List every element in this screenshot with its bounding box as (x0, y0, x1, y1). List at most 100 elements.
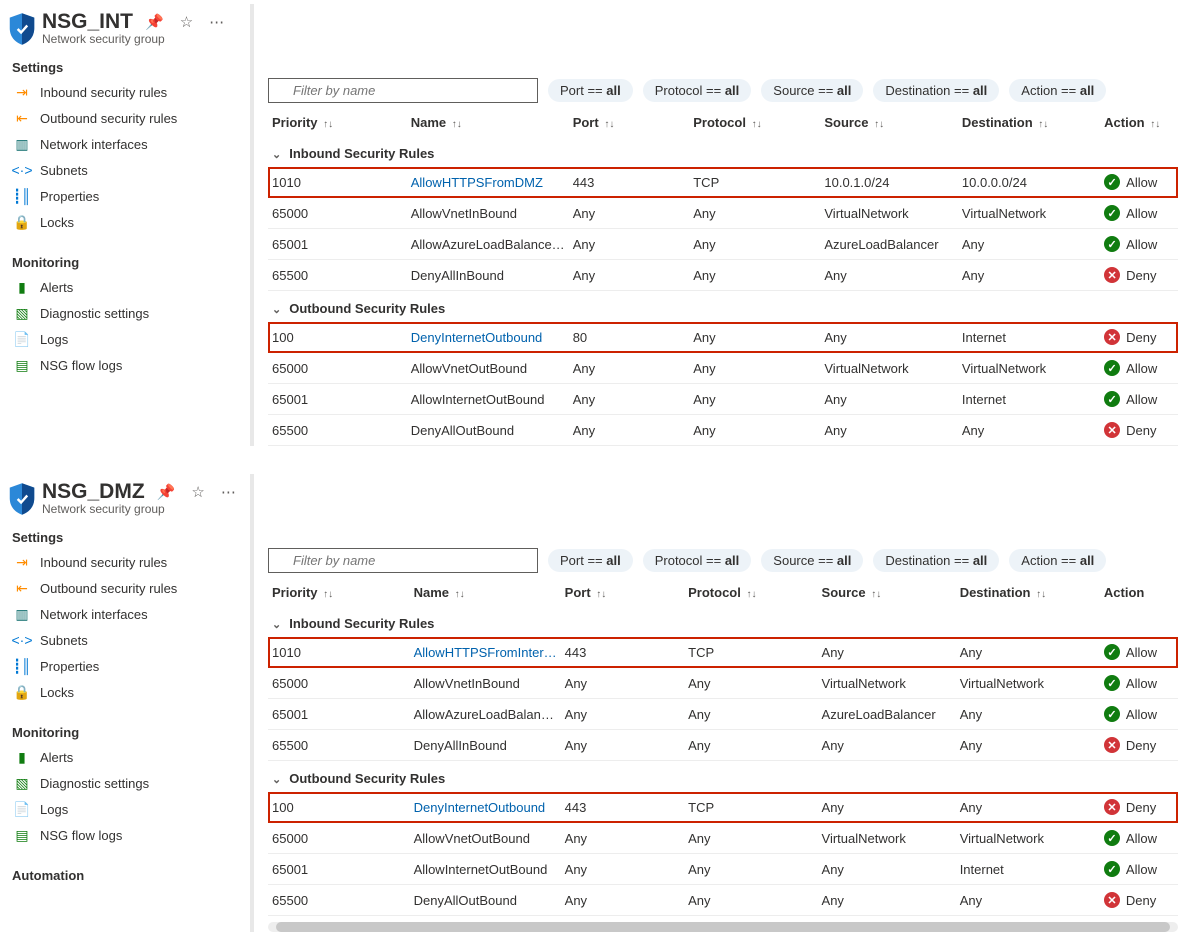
h-scrollbar[interactable] (268, 922, 1178, 932)
cell-priority: 65001 (268, 854, 410, 885)
col-protocol[interactable]: Protocol ↑↓ (689, 107, 820, 136)
table-row[interactable]: 100 DenyInternetOutbound 443 TCP Any Any… (268, 792, 1178, 823)
sidebar-item-diag[interactable]: ▧Diagnostic settings (6, 300, 246, 326)
nav-label: Diagnostic settings (40, 306, 149, 321)
col-priority[interactable]: Priority ↑↓ (268, 577, 410, 606)
filter-pill-proto[interactable]: Protocol == all (643, 549, 752, 572)
table-row[interactable]: 100 DenyInternetOutbound 80 Any Any Inte… (268, 322, 1178, 353)
col-source[interactable]: Source ↑↓ (820, 107, 958, 136)
sidebar-item-locks[interactable]: 🔒Locks (6, 679, 246, 705)
cell-action: ✓Allow (1100, 167, 1178, 198)
table-row[interactable]: 65500 DenyAllOutBound Any Any Any Any ✕D… (268, 885, 1178, 916)
col-destination[interactable]: Destination ↑↓ (958, 107, 1100, 136)
cell-destination: VirtualNetwork (956, 823, 1100, 854)
table-row[interactable]: 65001 AllowInternetOutBound Any Any Any … (268, 384, 1178, 415)
table-row[interactable]: 1010 AllowHTTPSFromDMZ 443 TCP 10.0.1.0/… (268, 167, 1178, 198)
search-input[interactable] (268, 78, 538, 103)
sidebar-item-properties[interactable]: ┋║Properties (6, 653, 246, 679)
table-row[interactable]: 65001 AllowInternetOutBound Any Any Any … (268, 854, 1178, 885)
cell-name: AllowAzureLoadBalan… (410, 699, 561, 730)
cell-protocol: Any (684, 854, 817, 885)
table-row[interactable]: 65001 AllowAzureLoadBalance… Any Any Azu… (268, 229, 1178, 260)
nav-icon: ⇥ (14, 554, 30, 570)
more-icon[interactable]: ⋯ (217, 481, 240, 503)
sidebar-item-outbound[interactable]: ⇤Outbound security rules (6, 105, 246, 131)
deny-icon: ✕ (1104, 267, 1120, 283)
cell-source: Any (818, 637, 956, 668)
filter-pill-proto[interactable]: Protocol == all (643, 79, 752, 102)
sidebar-item-logs[interactable]: 📄Logs (6, 326, 246, 352)
col-destination[interactable]: Destination ↑↓ (956, 577, 1100, 606)
col-action[interactable]: Action (1100, 577, 1178, 606)
cell-destination: 10.0.0.0/24 (958, 167, 1100, 198)
table-row[interactable]: 65000 AllowVnetOutBound Any Any VirtualN… (268, 823, 1178, 854)
sidebar-item-inbound[interactable]: ⇥ Inbound security rules (6, 549, 246, 575)
sidebar-item-inbound[interactable]: ⇥Inbound security rules (6, 79, 246, 105)
cell-protocol: TCP (689, 167, 820, 198)
content-area: 🔍 Port == allProtocol == allSource == al… (254, 4, 1178, 446)
col-port[interactable]: Port ↑↓ (561, 577, 684, 606)
sidebar-item-flow[interactable]: ▤NSG flow logs (6, 822, 246, 848)
filter-pill-port[interactable]: Port == all (548, 549, 633, 572)
col-priority[interactable]: Priority ↑↓ (268, 107, 407, 136)
filter-pill-dest[interactable]: Destination == all (873, 549, 999, 572)
group-row[interactable]: ⌄Inbound Security Rules (268, 606, 1178, 637)
sidebar-item-flow[interactable]: ▤NSG flow logs (6, 352, 246, 378)
col-protocol[interactable]: Protocol ↑↓ (684, 577, 817, 606)
group-row[interactable]: ⌄Inbound Security Rules (268, 136, 1178, 167)
table-row[interactable]: 1010 AllowHTTPSFromInter… 443 TCP Any An… (268, 637, 1178, 668)
group-row[interactable]: ⌄Outbound Security Rules (268, 291, 1178, 323)
table-row[interactable]: 65500 DenyAllInBound Any Any Any Any ✕De… (268, 730, 1178, 761)
filter-pill-act[interactable]: Action == all (1009, 79, 1106, 102)
rule-link[interactable]: AllowHTTPSFromDMZ (411, 175, 543, 190)
rule-link[interactable]: DenyInternetOutbound (414, 800, 546, 815)
table-row[interactable]: 65000 AllowVnetInBound Any Any VirtualNe… (268, 198, 1178, 229)
col-name[interactable]: Name ↑↓ (407, 107, 569, 136)
sidebar-item-locks[interactable]: 🔒Locks (6, 209, 246, 235)
more-icon[interactable]: ⋯ (205, 11, 228, 33)
sidebar-item-nic[interactable]: ▥Network interfaces (6, 131, 246, 157)
group-row[interactable]: ⌄Outbound Security Rules (268, 761, 1178, 793)
nav-label: NSG flow logs (40, 358, 122, 373)
filter-pill-act[interactable]: Action == all (1009, 549, 1106, 572)
table-row[interactable]: 65000 AllowVnetOutBound Any Any VirtualN… (268, 353, 1178, 384)
cell-source: VirtualNetwork (820, 353, 958, 384)
table-row[interactable]: 65500 DenyAllInBound Any Any Any Any ✕De… (268, 260, 1178, 291)
rule-link[interactable]: AllowHTTPSFromInter… (414, 645, 557, 660)
table-row[interactable]: 65001 AllowAzureLoadBalan… Any Any Azure… (268, 699, 1178, 730)
sort-icon: ↑↓ (321, 589, 333, 600)
pin-icon[interactable]: 📌 (153, 481, 180, 503)
sidebar-item-alerts[interactable]: ▮Alerts (6, 744, 246, 770)
sidebar-item-properties[interactable]: ┋║Properties (6, 183, 246, 209)
sidebar-item-subnets[interactable]: <·>Subnets (6, 627, 246, 653)
filter-pill-src[interactable]: Source == all (761, 79, 863, 102)
rule-link[interactable]: DenyInternetOutbound (411, 330, 543, 345)
star-icon[interactable]: ☆ (176, 11, 197, 33)
star-icon[interactable]: ☆ (187, 481, 208, 503)
col-port[interactable]: Port ↑↓ (569, 107, 690, 136)
sidebar-item-diag[interactable]: ▧Diagnostic settings (6, 770, 246, 796)
cell-priority: 65500 (268, 730, 410, 761)
nav-label: Inbound security rules (40, 555, 167, 570)
sort-icon: ↑↓ (1036, 119, 1048, 130)
sidebar-item-subnets[interactable]: <·>Subnets (6, 157, 246, 183)
sidebar-item-alerts[interactable]: ▮Alerts (6, 274, 246, 300)
filter-pill-dest[interactable]: Destination == all (873, 79, 999, 102)
nav-label: Outbound security rules (40, 581, 177, 596)
section-settings: Settings (6, 520, 246, 549)
filter-pill-port[interactable]: Port == all (548, 79, 633, 102)
filter-pill-src[interactable]: Source == all (761, 549, 863, 572)
col-source[interactable]: Source ↑↓ (818, 577, 956, 606)
col-name[interactable]: Name ↑↓ (410, 577, 561, 606)
sidebar-item-outbound[interactable]: ⇤Outbound security rules (6, 575, 246, 601)
nav-icon: 🔒 (14, 214, 30, 230)
col-action[interactable]: Action ↑↓ (1100, 107, 1178, 136)
section-automation: Automation (6, 858, 246, 887)
table-row[interactable]: 65500 DenyAllOutBound Any Any Any Any ✕D… (268, 415, 1178, 446)
search-input[interactable] (268, 548, 538, 573)
table-row[interactable]: 65000 AllowVnetInBound Any Any VirtualNe… (268, 668, 1178, 699)
cell-source: Any (820, 322, 958, 353)
sidebar-item-nic[interactable]: ▥Network interfaces (6, 601, 246, 627)
pin-icon[interactable]: 📌 (141, 11, 168, 33)
sidebar-item-logs[interactable]: 📄Logs (6, 796, 246, 822)
